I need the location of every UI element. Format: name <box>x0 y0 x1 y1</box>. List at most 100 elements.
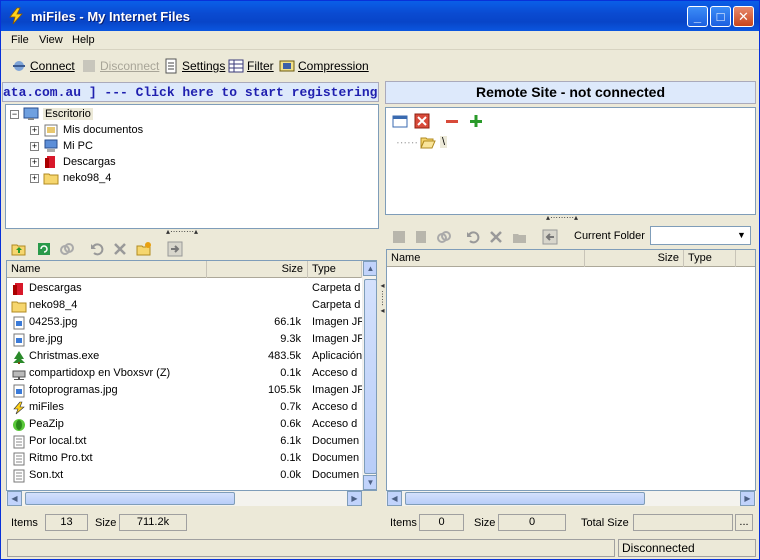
tree-item-mi-pc[interactable]: + Mi PC <box>30 138 93 154</box>
remote-items-label: Items <box>390 517 417 529</box>
minimize-button[interactable]: _ <box>687 6 708 27</box>
remote-items-count: 0 <box>419 514 464 531</box>
scroll-right-icon[interactable]: ▶ <box>347 491 362 506</box>
left-splitter-handle[interactable]: ▴⋯⋯⋯▴ <box>166 227 198 236</box>
file-row[interactable]: Por local.txt 6.1k Documen <box>7 433 376 450</box>
registration-banner[interactable]: ata.com.au ] --- Click here to start reg… <box>2 82 379 102</box>
local-items-label: Items <box>11 517 38 529</box>
disconnect-button[interactable]: Disconnect <box>81 57 159 75</box>
remote-size-label: Size <box>474 517 496 529</box>
chevron-down-icon[interactable]: ▼ <box>734 228 749 243</box>
column-size[interactable]: Size <box>585 250 684 267</box>
menu-file[interactable]: File <box>11 34 29 46</box>
tree-app-icon <box>13 350 25 364</box>
expand-icon[interactable]: + <box>30 157 39 167</box>
local-vscroll-thumb[interactable] <box>364 279 376 474</box>
column-name[interactable]: Name <box>7 261 207 278</box>
file-row[interactable]: Son.txt 0.0k Documen <box>7 467 376 484</box>
file-type-cell: Carpeta d <box>312 299 361 311</box>
file-row[interactable]: 04253.jpg 66.1k Imagen JF <box>7 314 376 331</box>
column-name[interactable]: Name <box>387 250 585 267</box>
plus-icon[interactable] <box>468 113 484 129</box>
compression-button[interactable]: Compression <box>279 57 369 75</box>
scroll-left-icon[interactable]: ◀ <box>387 491 402 506</box>
column-type[interactable]: Type <box>684 250 736 267</box>
peazip-icon <box>13 418 25 431</box>
file-type-cell: Imagen JF <box>312 333 362 345</box>
total-size-more-button[interactable]: ... <box>735 514 753 531</box>
scroll-right-icon[interactable]: ▶ <box>740 491 755 506</box>
remote-hscroll-thumb[interactable] <box>405 492 645 505</box>
file-row[interactable]: Descargas Carpeta d <box>7 280 376 297</box>
windows-icon[interactable] <box>392 113 408 129</box>
remote-file-list: Name Size Type <box>386 249 756 491</box>
settings-icon <box>165 58 177 74</box>
remote-folder-icon[interactable] <box>391 229 407 245</box>
connect-button[interactable]: Connect <box>11 57 75 75</box>
expand-icon[interactable]: + <box>30 173 39 183</box>
current-folder-select[interactable]: ▼ <box>650 226 751 245</box>
compression-icon <box>279 60 295 72</box>
close-button[interactable]: ✕ <box>733 6 754 27</box>
tree-item-descargas[interactable]: + Descargas <box>30 154 116 170</box>
expand-icon[interactable]: + <box>30 141 39 151</box>
status-bar: Disconnected <box>1 537 759 559</box>
settings-button[interactable]: Settings <box>163 57 225 75</box>
remote-link-icon[interactable] <box>436 229 452 245</box>
tree-item-escritorio[interactable]: − Escritorio <box>10 106 93 122</box>
right-splitter-handle[interactable]: ▴⋯⋯⋯▴ <box>546 213 578 222</box>
expand-icon[interactable]: + <box>30 125 39 135</box>
column-size[interactable]: Size <box>207 261 308 278</box>
downloads-icon <box>45 156 55 168</box>
file-name-cell: Por local.txt <box>11 433 86 450</box>
file-row[interactable]: neko98_4 Carpeta d <box>7 297 376 314</box>
local-vertical-scrollbar[interactable]: ▲ ▼ <box>362 261 376 490</box>
delete-icon[interactable] <box>112 241 128 257</box>
scroll-left-icon[interactable]: ◀ <box>7 491 22 506</box>
file-row[interactable]: PeaZip 0.6k Acceso d <box>7 416 376 433</box>
scroll-up-icon[interactable]: ▲ <box>363 261 376 276</box>
file-row[interactable]: Christmas.exe 483.5k Aplicación <box>7 348 376 365</box>
collapse-icon[interactable]: − <box>10 109 19 119</box>
undo-icon[interactable] <box>89 241 105 257</box>
up-folder-icon[interactable] <box>11 241 27 257</box>
tree-item-neko98-4[interactable]: + neko98_4 <box>30 170 111 186</box>
remote-undo-icon[interactable] <box>465 229 481 245</box>
file-type-cell: Documen <box>312 435 360 447</box>
remote-root-item[interactable]: ⋯⋯ \ <box>396 134 448 150</box>
filter-button[interactable]: Filter <box>228 57 274 75</box>
file-name-cell: fotoprogramas.jpg <box>11 382 118 399</box>
title-bar[interactable]: miFiles - My Internet Files _ □ ✕ <box>1 1 759 31</box>
file-row[interactable]: fotoprogramas.jpg 105.5k Imagen JF <box>7 382 376 399</box>
menu-view[interactable]: View <box>39 34 63 46</box>
remote-new-folder-icon[interactable] <box>512 229 528 245</box>
local-hscroll-thumb[interactable] <box>25 492 235 505</box>
file-name-cell: Ritmo Pro.txt <box>11 450 93 467</box>
remote-copy-icon[interactable] <box>413 229 429 245</box>
remote-delete-icon[interactable] <box>488 229 504 245</box>
file-row[interactable]: miFiles 0.7k Acceso d <box>7 399 376 416</box>
minus-icon[interactable] <box>444 113 460 129</box>
refresh-icon[interactable] <box>36 241 52 257</box>
new-folder-icon[interactable] <box>136 241 152 257</box>
remote-horizontal-scrollbar[interactable]: ◀ ▶ <box>386 491 756 506</box>
tree-item-mis-documentos[interactable]: + Mis documentos <box>30 122 143 138</box>
file-row[interactable]: bre.jpg 9.3k Imagen JF <box>7 331 376 348</box>
scroll-down-icon[interactable]: ▼ <box>363 475 376 490</box>
file-name-cell: Christmas.exe <box>11 348 99 365</box>
file-row[interactable]: Ritmo Pro.txt 0.1k Documen <box>7 450 376 467</box>
file-row[interactable]: compartidoxp en Vboxsvr (Z) 0.1k Acceso d <box>7 365 376 382</box>
column-type[interactable]: Type <box>308 261 362 278</box>
transfer-icon[interactable] <box>167 241 183 257</box>
close-window-icon[interactable] <box>414 113 430 129</box>
maximize-button[interactable]: □ <box>710 6 731 27</box>
local-items-count: 13 <box>45 514 88 531</box>
file-size-cell: 0.1k <box>280 367 301 379</box>
remote-folder-tree: ⋯⋯ \ <box>385 107 756 215</box>
menu-help[interactable]: Help <box>72 34 95 46</box>
file-size-cell: 0.7k <box>280 401 301 413</box>
remote-transfer-icon[interactable] <box>542 229 558 245</box>
file-size-cell: 66.1k <box>274 316 301 328</box>
local-horizontal-scrollbar[interactable]: ◀ ▶ <box>6 491 362 506</box>
link-icon[interactable] <box>59 241 75 257</box>
